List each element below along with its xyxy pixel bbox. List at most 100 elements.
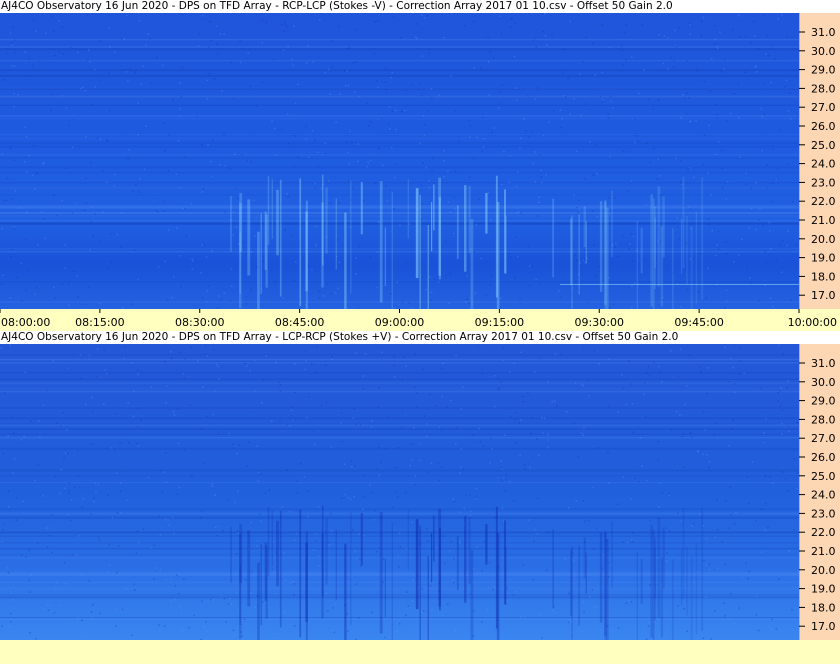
y-tick-label: 17.0	[811, 620, 836, 633]
burst-streak	[495, 175, 498, 298]
burst-streak	[680, 218, 683, 274]
y-tick-label: 29.0	[811, 64, 836, 77]
top-spectrogram-plot	[0, 13, 799, 309]
y-tick-label: 30.0	[811, 45, 836, 58]
burst-streak	[360, 182, 363, 235]
burst-streak	[585, 221, 587, 264]
spectrogram-background	[0, 13, 799, 309]
burst-streak	[570, 549, 573, 617]
burst-streak	[690, 557, 693, 640]
burst-streak	[652, 198, 655, 309]
burst-streak	[682, 176, 685, 269]
top-panel-title: AJ4CO Observatory 16 Jun 2020 - DPS on T…	[0, 0, 840, 13]
burst-streak	[640, 558, 643, 605]
burst-streak	[260, 544, 262, 625]
y-tick-label: 28.0	[811, 413, 836, 426]
burst-streak	[599, 201, 603, 292]
burst-streak	[322, 174, 324, 266]
burst-streak	[260, 213, 262, 294]
burst-streak	[322, 505, 324, 597]
burst-streak	[350, 181, 352, 294]
burst-streak	[438, 508, 441, 607]
burst-streak	[495, 506, 498, 629]
burst-streak	[433, 515, 435, 562]
y-tick-label: 20.0	[811, 233, 836, 246]
y-tick-label: 25.0	[811, 139, 836, 152]
time-axis: 08:00:00 08:15:00 08:30:00 08:45:00 09:00:00…	[0, 309, 840, 331]
burst-streak	[599, 532, 603, 623]
burst-streak	[657, 517, 661, 618]
burst-streak	[505, 546, 507, 605]
burst-streak	[464, 185, 467, 272]
y-tick-label: 30.0	[811, 376, 836, 389]
burst-streak	[604, 531, 607, 637]
burst-streak	[686, 547, 688, 616]
burst-streak	[660, 557, 664, 638]
x-tick-label: 08:15:00	[75, 316, 124, 329]
burst-streak	[415, 188, 419, 279]
burst-streak	[350, 512, 352, 625]
burst-streak	[384, 227, 386, 287]
burst-streak	[267, 176, 270, 245]
burst-streak	[671, 228, 674, 309]
burst-streak	[344, 212, 347, 309]
bottom-frequency-axis: 17.0 18.0 19.0 20.0 21.0 22.0 23.0 24.0 25.0 26.0…	[799, 344, 840, 640]
x-tick-label: 08:00:00	[1, 316, 50, 329]
bottom-spectrogram	[0, 344, 799, 640]
burst-streak	[276, 189, 279, 256]
burst-streak	[407, 510, 409, 570]
burst-streak	[264, 542, 267, 601]
burst-streak	[505, 215, 507, 274]
burst-streak	[456, 536, 459, 590]
burst-streak	[305, 211, 308, 292]
burst-streak	[690, 226, 693, 309]
burst-streak	[239, 563, 241, 626]
burst-streak	[391, 191, 393, 309]
y-tick-label: 23.0	[811, 507, 836, 520]
y-tick-label: 18.0	[811, 270, 836, 283]
y-tick-label: 29.0	[811, 395, 836, 408]
burst-streak	[230, 527, 232, 583]
burst-streak	[391, 522, 393, 640]
burst-streak	[299, 178, 302, 307]
burst-streak	[464, 516, 467, 603]
burst-streak	[660, 226, 664, 307]
x-tick-label: 09:30:00	[575, 316, 624, 329]
x-tick-label: 10:00:00	[788, 316, 837, 329]
y-tick-label: 18.0	[811, 601, 836, 614]
burst-streak	[611, 190, 613, 258]
y-tick-label: 24.0	[811, 489, 836, 502]
y-tick-label: 28.0	[811, 82, 836, 95]
burst-streak	[299, 509, 302, 638]
burst-streak	[682, 507, 685, 600]
y-tick-label: 31.0	[811, 357, 836, 370]
burst-streak	[247, 199, 251, 276]
burst-streak	[344, 543, 347, 640]
burst-streak	[264, 211, 267, 270]
y-tick-label: 21.0	[811, 545, 836, 558]
burst-streak	[570, 218, 573, 286]
burst-streak	[379, 512, 383, 634]
burst-streak	[431, 533, 433, 583]
y-tick-label: 19.0	[811, 583, 836, 596]
burst-streak	[247, 530, 251, 607]
burst-streak	[701, 508, 704, 631]
bottom-panel-title: AJ4CO Observatory 16 Jun 2020 - DPS on T…	[0, 331, 840, 344]
y-tick-label: 26.0	[811, 120, 836, 133]
y-tick-label: 25.0	[811, 470, 836, 483]
y-tick-label: 31.0	[811, 26, 836, 39]
burst-streak	[636, 220, 638, 309]
burst-streak	[415, 519, 419, 610]
x-tick-label: 09:00:00	[375, 316, 424, 329]
burst-streak	[384, 558, 386, 618]
burst-streak	[419, 194, 421, 309]
burst-streak	[640, 227, 643, 274]
burst-streak	[485, 193, 488, 234]
x-tick-label: 09:45:00	[674, 316, 723, 329]
burst-streak	[230, 196, 232, 252]
x-tick-label: 09:15:00	[475, 316, 524, 329]
burst-streak	[578, 214, 580, 295]
bottom-time-bar	[0, 640, 840, 664]
burst-streak	[650, 525, 654, 638]
burst-streak	[671, 559, 674, 640]
